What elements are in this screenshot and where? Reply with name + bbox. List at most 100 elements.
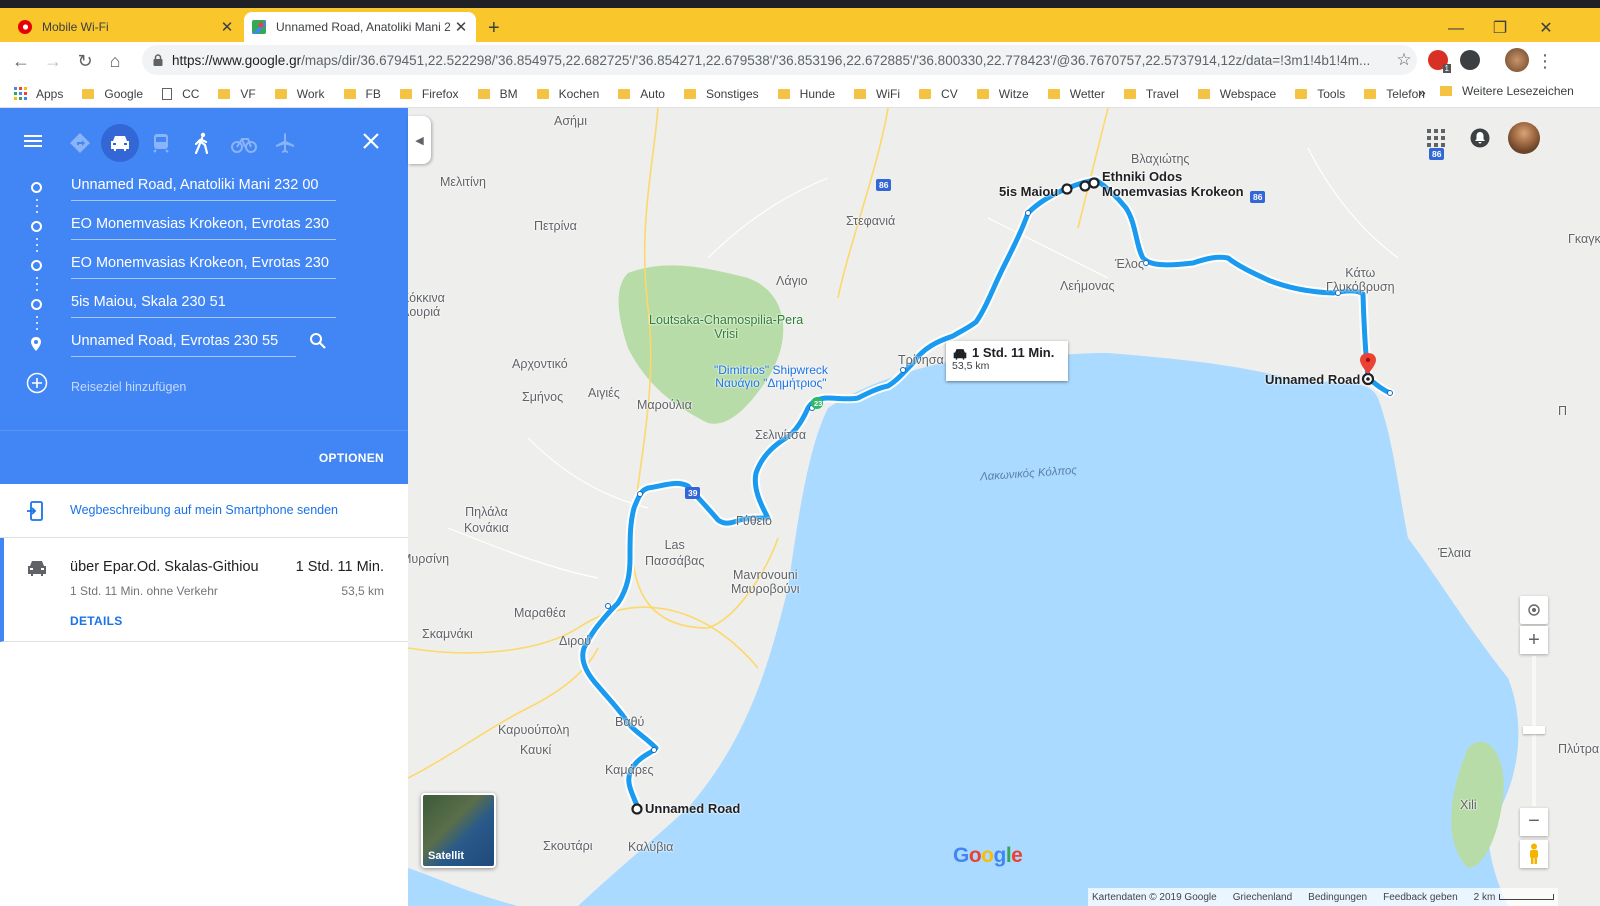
map-label: Μαρούλια [637,398,692,412]
adblock-extension-icon[interactable]: 1 [1428,50,1451,73]
close-tab-icon[interactable]: ✕ [454,18,468,36]
menu-kebab-icon[interactable]: ⋮ [1532,48,1558,74]
restore-button[interactable]: ❐ [1488,18,1512,40]
bookmark-work[interactable]: Work [274,87,325,101]
waypoint-marker [31,221,42,232]
account-avatar[interactable] [1508,122,1540,154]
road-shield: 23 [814,399,823,408]
google-logo: Google [953,844,1023,867]
map-label: Έλαια [1438,546,1472,560]
bookmark-sonstiges[interactable]: Sonstiges [683,87,759,101]
route-duration-callout[interactable]: 1 Std. 11 Min. 53,5 km [946,341,1068,381]
map-label: Π [1558,404,1568,418]
bookmark-vf[interactable]: VF [218,87,256,101]
mode-cycling[interactable] [225,124,263,162]
region-link[interactable]: Griechenland [1233,892,1292,903]
bookmarks-overflow-button[interactable]: » [1418,84,1426,100]
reload-button[interactable]: ↻ [72,48,98,74]
bookmark-fb[interactable]: FB [343,87,381,101]
options-button[interactable]: OPTIONEN [319,451,384,465]
mode-best-route[interactable] [61,124,99,162]
waypoint-input-5[interactable]: Unnamed Road, Evrotas 230 55 [71,327,296,357]
send-to-phone-row[interactable]: Wegbeschreibung auf mein Smartphone send… [0,484,408,538]
map-label: Λάγιο [776,274,808,288]
mode-flight[interactable] [266,124,304,162]
tab-mobile-wifi[interactable]: Mobile Wi-Fi ✕ [10,12,242,42]
profile-avatar[interactable] [1505,48,1529,72]
folder-icon [1440,86,1452,96]
map-label: Σμήνος [522,390,564,404]
bookmark-star-icon[interactable]: ☆ [1391,50,1417,70]
bookmark-google[interactable]: Google [82,87,143,101]
mode-car[interactable] [101,124,139,162]
other-bookmarks[interactable]: Weitere Lesezeichen [1440,84,1574,98]
minimize-button[interactable]: — [1444,18,1468,40]
close-window-button[interactable]: ✕ [1534,18,1558,40]
waypoint-input-1[interactable]: Unnamed Road, Anatoliki Mani 232 00 [71,171,336,201]
add-destination-link[interactable]: Reiseziel hinzufügen [71,380,186,394]
search-icon[interactable] [309,332,327,350]
diamond-directions-icon [70,133,90,153]
map-label: Αρχοντικό [512,357,568,371]
zoom-slider-handle[interactable] [1523,726,1545,734]
bookmark-cc[interactable]: CC [162,87,199,101]
close-tab-icon[interactable]: ✕ [220,18,234,36]
bookmark-wifi[interactable]: WiFi [854,87,900,101]
collapse-sidebar-button[interactable]: ◀ [408,116,431,164]
bookmark-witze[interactable]: Witze [976,87,1029,101]
shield-extension-icon[interactable] [1460,50,1480,70]
bookmark-bm[interactable]: BM [477,87,518,101]
bookmark-apps[interactable]: Apps [14,86,63,101]
mode-walking[interactable] [183,124,221,162]
bookmark-wetter[interactable]: Wetter [1047,87,1105,101]
map-label: Καλύβια [628,840,674,854]
waypoint-input-3[interactable]: EO Monemvasias Krokeon, Evrotas 230 [71,249,336,279]
map-data-attribution: Kartendaten © 2019 Google [1092,891,1217,903]
road-shield: 86 [876,179,892,191]
address-bar[interactable]: https://www.google.gr/maps/dir/36.679451… [142,45,1417,75]
route-option-card[interactable]: über Epar.Od. Skalas-Githiou 1 Std. 11 M… [0,538,408,642]
tab-google-maps[interactable]: Unnamed Road, Anatoliki Mani 2 ✕ [244,12,476,42]
bookmark-travel[interactable]: Travel [1123,87,1179,101]
google-apps-icon[interactable] [1426,128,1446,148]
zoom-in-button[interactable]: + [1520,626,1548,654]
bookmarks-bar: Apps Google CC VF Work FB Firefox BM Koc… [0,80,1600,108]
waypoint-input-4[interactable]: 5is Maiou, Skala 230 51 [71,288,336,318]
map-label: Σκαμνάκι [422,627,473,641]
new-tab-button[interactable]: + [488,17,500,40]
waypoint-input-2[interactable]: EO Monemvasias Krokeon, Evrotas 230 [71,210,336,240]
street-view-pegman[interactable] [1520,840,1548,868]
bookmark-auto[interactable]: Auto [618,87,665,101]
forward-button[interactable]: → [40,48,66,74]
map-label: Γκαγκ [1568,232,1600,246]
folder-icon [1047,88,1060,99]
bookmark-cv[interactable]: CV [919,87,958,101]
folder-icon [1364,88,1377,99]
map-label: Μαραθέα [514,606,566,620]
my-location-button[interactable] [1520,596,1548,624]
bookmark-webspace[interactable]: Webspace [1197,87,1276,101]
bookmark-telefon[interactable]: Telefon [1364,87,1425,101]
details-link[interactable]: DETAILS [70,614,123,628]
close-directions-icon[interactable] [360,130,382,152]
hamburger-menu-icon[interactable] [22,130,44,152]
satellite-toggle[interactable]: Satellit [421,793,496,868]
car-icon [953,349,967,360]
tab-title: Unnamed Road, Anatoliki Mani 2 [276,20,451,34]
feedback-link[interactable]: Feedback geben [1383,892,1458,903]
add-destination-icon[interactable] [26,372,48,394]
bookmark-tools[interactable]: Tools [1295,87,1345,101]
zoom-out-button[interactable]: − [1520,808,1548,836]
terms-link[interactable]: Bedingungen [1308,892,1367,903]
bookmark-kochen[interactable]: Kochen [536,87,599,101]
bookmark-firefox[interactable]: Firefox [399,87,459,101]
bookmark-hunde[interactable]: Hunde [777,87,835,101]
notifications-icon[interactable] [1470,128,1490,148]
map-label: Διρού [559,634,592,648]
home-button[interactable]: ⌂ [102,48,128,74]
back-button[interactable]: ← [8,48,34,74]
mode-transit[interactable] [142,124,180,162]
folder-icon [274,88,287,99]
apps-grid-icon [14,86,27,100]
map-canvas[interactable]: Ασήμι Μελιτίνη Πετρίνα Στεφανιά Βλαχιώτη… [408,108,1600,906]
